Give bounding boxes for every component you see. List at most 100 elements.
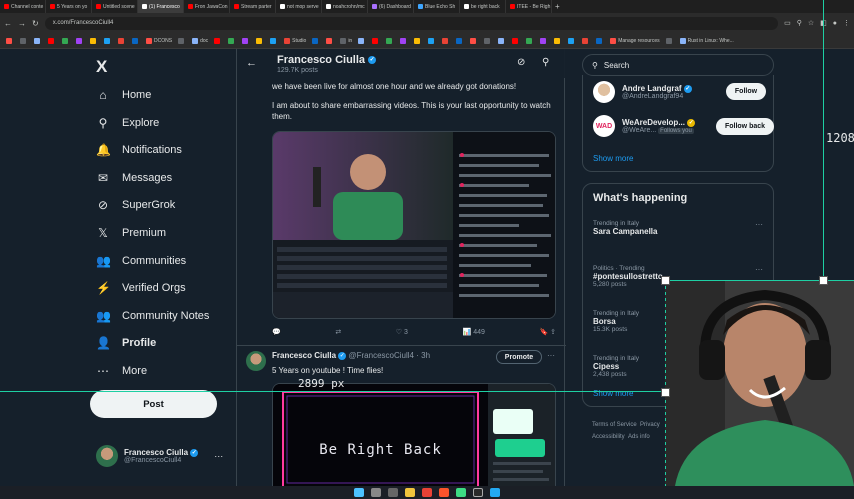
more-dots-icon[interactable]: ··· xyxy=(755,265,763,274)
browser-tab[interactable]: (6) Dashboard xyxy=(368,0,414,13)
app-icon[interactable] xyxy=(456,488,466,497)
tweet-media-stream-screenshot[interactable] xyxy=(272,131,556,319)
resize-handle[interactable] xyxy=(819,276,828,285)
profile-icon[interactable]: ● xyxy=(833,20,837,27)
bookmark-item[interactable] xyxy=(312,37,320,44)
tweet-media-brb[interactable]: Be Right Back xyxy=(272,383,556,486)
bookmark-share-icons[interactable]: 🔖 ⇪ xyxy=(539,328,556,340)
windows-start-icon[interactable] xyxy=(354,488,364,497)
bookmark-item[interactable] xyxy=(20,37,28,44)
browser-tab[interactable]: 5 Years on yo xyxy=(46,0,92,13)
nav-item-premium[interactable]: 𝕏 Premium xyxy=(96,226,166,240)
search-icon[interactable]: ⚲ xyxy=(542,57,549,68)
zoom-icon[interactable]: ⚲ xyxy=(797,19,802,27)
nav-item-home[interactable]: ⌂ Home xyxy=(96,88,151,102)
bookmark-item[interactable] xyxy=(372,37,380,44)
bookmark-item[interactable] xyxy=(540,37,548,44)
bookmark-item[interactable] xyxy=(228,37,236,44)
footer-link[interactable]: Accessibility xyxy=(592,434,625,440)
browser-tab[interactable]: (1) Francesco xyxy=(138,0,184,13)
nav-item-supergrok[interactable]: ⊘ SuperGrok xyxy=(96,198,175,212)
bookmark-item[interactable] xyxy=(596,37,604,44)
bookmark-item[interactable]: Studio xyxy=(284,37,306,44)
bookmark-item[interactable] xyxy=(456,37,464,44)
bookmark-item[interactable] xyxy=(484,37,492,44)
vscode-icon[interactable] xyxy=(490,488,500,497)
browser-tab[interactable]: Untitled scene xyxy=(92,0,138,13)
bookmark-item[interactable] xyxy=(104,37,112,44)
bookmark-item[interactable] xyxy=(76,37,84,44)
follow-back-button[interactable]: Follow back xyxy=(716,118,774,135)
cast-icon[interactable]: ▭ xyxy=(784,19,791,27)
bookmark-item[interactable] xyxy=(414,37,422,44)
bookmark-item[interactable] xyxy=(132,37,140,44)
footer-link[interactable]: Terms of Service xyxy=(592,422,637,428)
nav-item-verified-orgs[interactable]: ⚡ Verified Orgs xyxy=(96,281,186,295)
bookmark-item[interactable] xyxy=(568,37,576,44)
trend-item[interactable]: Politics · Trending #pontesullostretto 5,2… xyxy=(593,265,663,288)
trend-item[interactable]: Trending in Italy Borsa 15.3K posts xyxy=(593,310,639,333)
bookmark-item[interactable] xyxy=(6,37,14,44)
back-arrow-icon[interactable]: ← xyxy=(246,57,257,69)
bookmark-item[interactable]: doc xyxy=(192,37,208,44)
nav-item-notifications[interactable]: 🔔 Notifications xyxy=(96,143,182,157)
suggestion-item[interactable]: WAD WeAreDevelop... ✓ @WeAre... Follows … xyxy=(593,115,696,137)
browser-tab[interactable]: noahcrohn/mc xyxy=(322,0,368,13)
views-icon[interactable]: 📊 449 xyxy=(463,328,485,340)
bookmark-item[interactable] xyxy=(118,37,126,44)
nav-item-explore[interactable]: ⚲ Explore xyxy=(96,116,160,130)
nav-item-more[interactable]: ⋯ More xyxy=(96,364,147,378)
bookmark-item[interactable] xyxy=(34,37,42,44)
browser-tab[interactable]: Stream parter xyxy=(230,0,276,13)
browser-tab[interactable]: Blue Echo Sh xyxy=(414,0,460,13)
x-logo-icon[interactable]: X xyxy=(96,57,107,77)
star-icon[interactable]: ☆ xyxy=(808,19,814,27)
bookmark-item[interactable]: Rust in Linux: Whe... xyxy=(679,37,734,44)
bookmark-item[interactable] xyxy=(62,37,70,44)
terminal-icon[interactable] xyxy=(473,488,483,497)
bookmark-item[interactable] xyxy=(90,37,98,44)
bookmark-item[interactable] xyxy=(400,37,408,44)
chrome-icon[interactable] xyxy=(422,488,432,497)
resize-handle[interactable] xyxy=(661,276,670,285)
bookmark-item[interactable] xyxy=(526,37,534,44)
bookmark-item[interactable] xyxy=(512,37,520,44)
browser-tab[interactable]: not mop serve xyxy=(276,0,322,13)
url-input[interactable]: x.com/FrancescoCiull4 xyxy=(44,16,779,30)
account-switcher[interactable]: Francesco Ciulla ✓ @FrancescoCiull4 ··· xyxy=(96,445,223,467)
back-arrow-icon[interactable]: ← xyxy=(4,19,12,28)
bookmark-item[interactable]: in xyxy=(340,37,352,44)
search-input[interactable]: ⚲ Search xyxy=(582,54,774,76)
footer-link[interactable]: Ads info xyxy=(628,434,650,440)
bookmark-item[interactable]: DCONS xyxy=(146,37,172,44)
post-button[interactable]: Post xyxy=(90,390,217,418)
nav-item-communities[interactable]: 👥 Communities xyxy=(96,254,186,268)
browser-tab[interactable]: Channel conte xyxy=(0,0,46,13)
explorer-icon[interactable] xyxy=(405,488,415,497)
task-view-icon[interactable] xyxy=(388,488,398,497)
bookmark-item[interactable] xyxy=(326,37,334,44)
browser-tab[interactable]: ITEE - Be Righ xyxy=(506,0,552,13)
bookmark-item[interactable] xyxy=(214,37,222,44)
grok-icon[interactable]: ⊘ xyxy=(517,57,525,68)
bookmark-item[interactable] xyxy=(498,37,506,44)
promote-button[interactable]: Promote xyxy=(496,350,542,364)
avatar[interactable] xyxy=(246,351,266,371)
like-icon[interactable]: ♡ 3 xyxy=(396,328,408,340)
browser-tab[interactable]: be right back xyxy=(460,0,506,13)
nav-item-community-notes[interactable]: 👥 Community Notes xyxy=(96,309,209,323)
trend-item[interactable]: Trending in Italy Sara Campanella xyxy=(593,220,657,236)
bookmark-item[interactable] xyxy=(242,37,250,44)
bookmark-item[interactable] xyxy=(270,37,278,44)
trend-item[interactable]: Trending in Italy Cipess 2,438 posts xyxy=(593,355,639,378)
bookmark-item[interactable] xyxy=(386,37,394,44)
bookmark-item[interactable] xyxy=(582,37,590,44)
bookmark-item[interactable] xyxy=(48,37,56,44)
browser-tab[interactable]: Fron JawaCon xyxy=(184,0,230,13)
follow-button[interactable]: Follow xyxy=(726,83,766,100)
bookmark-item[interactable] xyxy=(256,37,264,44)
reload-icon[interactable]: ↻ xyxy=(32,19,39,28)
brave-icon[interactable] xyxy=(439,488,449,497)
bookmark-item[interactable] xyxy=(470,37,478,44)
more-dots-icon[interactable]: ··· xyxy=(755,220,763,229)
